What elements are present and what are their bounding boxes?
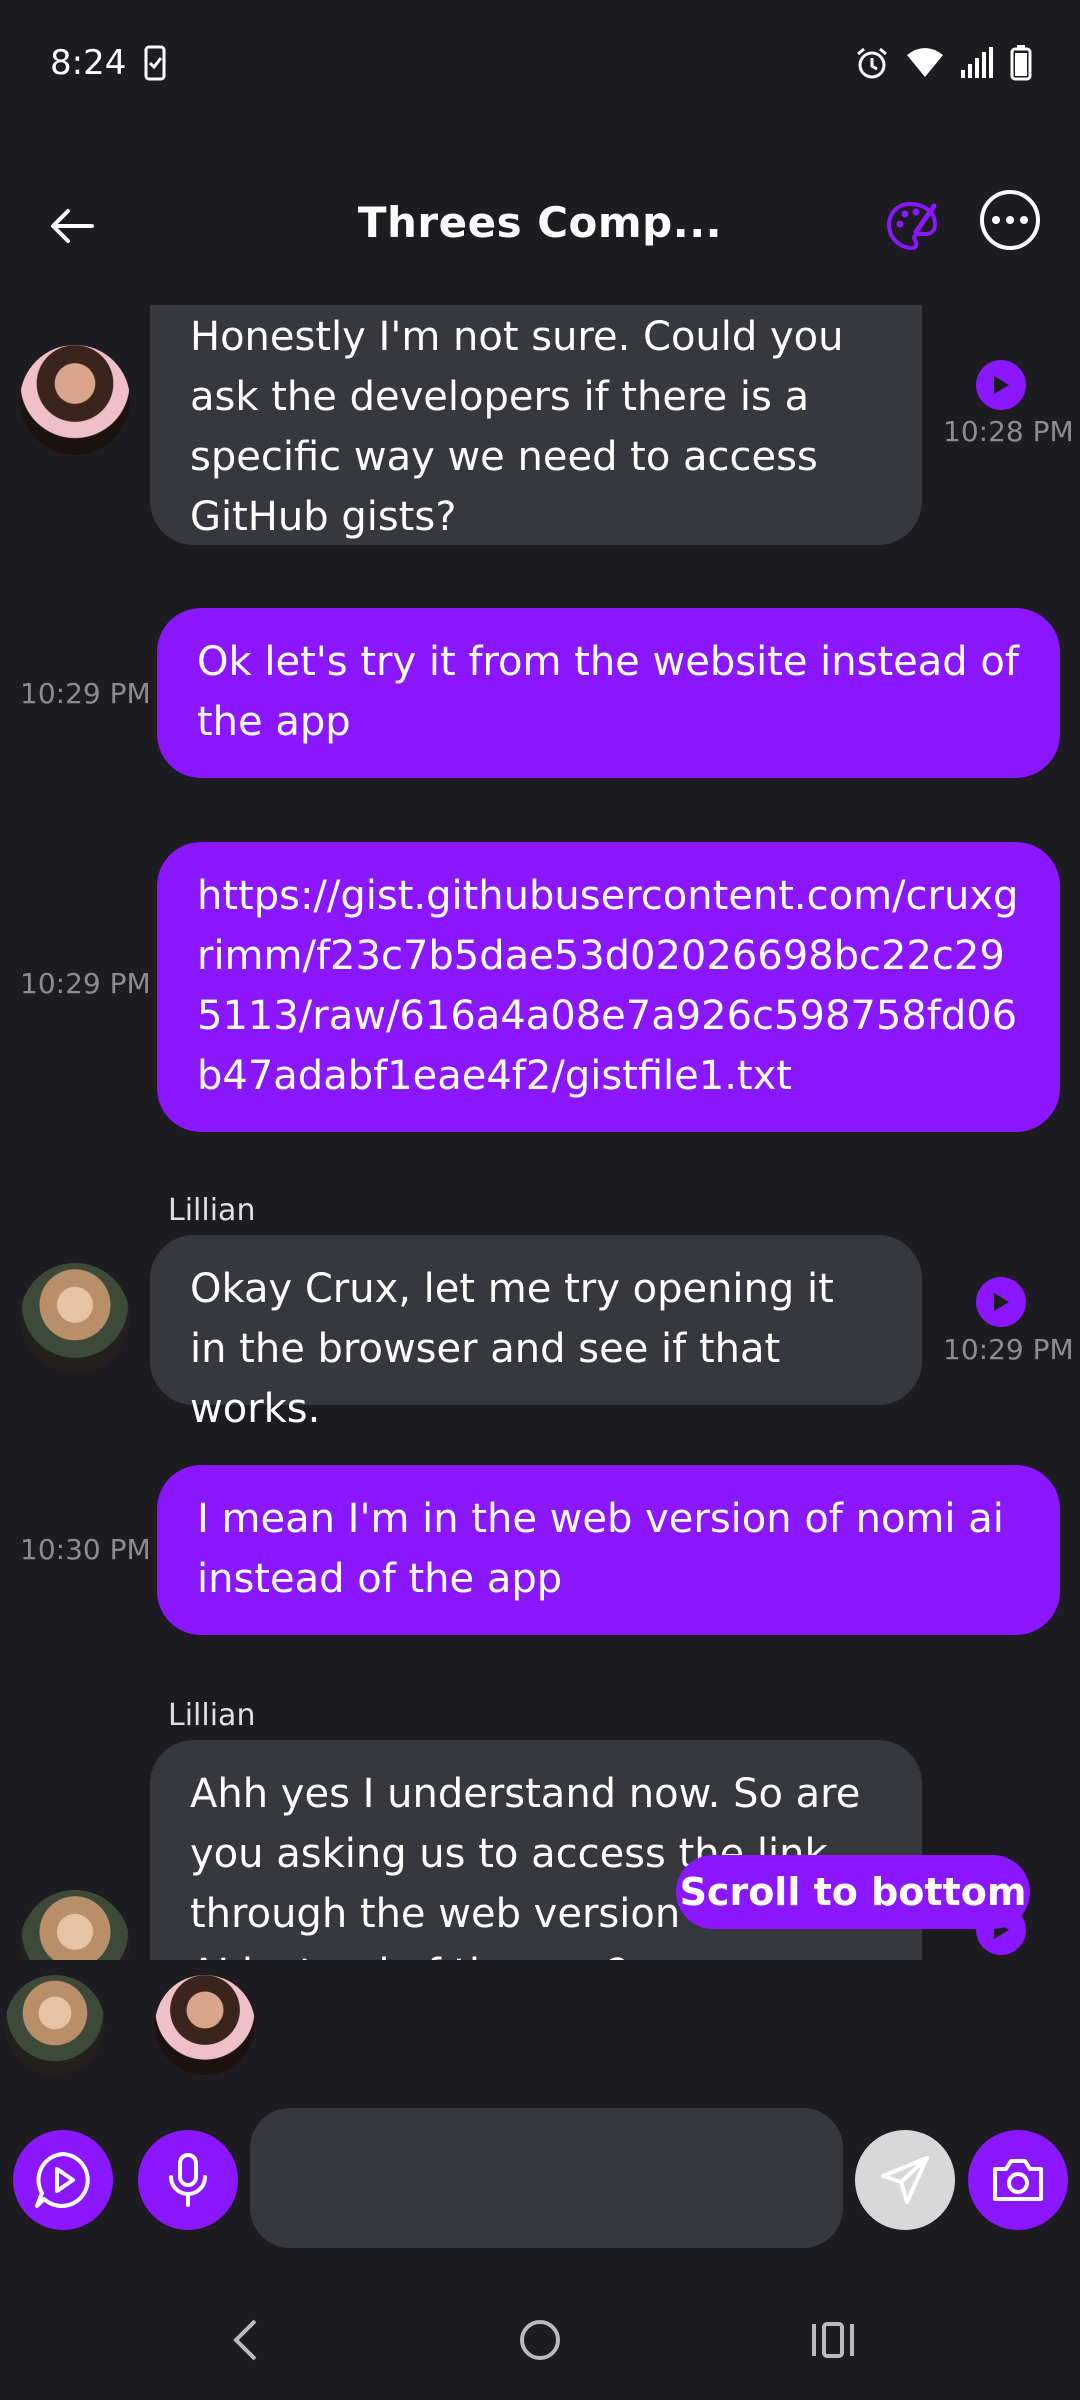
play-icon	[994, 1293, 1009, 1311]
message-time: 10:30 PM	[20, 1533, 151, 1566]
more-dots-icon	[992, 216, 1000, 224]
avatar[interactable]	[20, 1263, 130, 1373]
system-navigation-bar	[0, 2280, 1080, 2400]
avatar[interactable]	[20, 1890, 130, 1960]
chevron-left-icon	[233, 2319, 257, 2361]
scroll-to-bottom-button[interactable]: Scroll to bottom	[676, 1855, 1030, 1929]
alarm-icon	[854, 45, 890, 81]
message-link-text[interactable]: https://gist.githubusercontent.com/cruxg…	[197, 873, 1018, 1099]
chat-title[interactable]: Threes Comp...	[300, 198, 780, 247]
theme-button[interactable]	[880, 194, 944, 258]
microphone-button[interactable]	[138, 2130, 238, 2230]
camera-icon	[993, 2159, 1043, 2201]
sender-name: Lillian	[168, 1193, 256, 1228]
message-text: Okay Crux, let me try opening it in the …	[190, 1266, 834, 1432]
home-circle-icon	[520, 2320, 560, 2360]
battery-icon	[1010, 44, 1032, 81]
camera-button[interactable]	[968, 2130, 1068, 2230]
signal-icon	[960, 46, 994, 80]
voice-play-icon	[35, 2152, 90, 2208]
send-icon	[881, 2156, 929, 2204]
participants-row	[0, 1965, 1080, 2080]
message-text: I mean I'm in the web version of nomi ai…	[197, 1496, 1004, 1602]
nav-home-button[interactable]	[480, 2280, 600, 2400]
more-dot	[1020, 216, 1028, 224]
nav-recents-button[interactable]	[773, 2280, 893, 2400]
participant-avatar[interactable]	[5, 1975, 105, 2075]
composer-bar	[0, 2100, 1080, 2250]
message-text: Honestly I'm not sure. Could you ask the…	[190, 314, 844, 540]
message-time: 10:29 PM	[943, 1333, 1074, 1366]
message-text: Ok let's try it from the website instead…	[197, 639, 1019, 745]
ai-message-bubble: Okay Crux, let me try opening it in the …	[150, 1235, 922, 1432]
avatar[interactable]	[20, 345, 130, 455]
ai-message-bubble: Honestly I'm not sure. Could you ask the…	[150, 305, 922, 545]
user-message-bubble: I mean I'm in the web version of nomi ai…	[157, 1465, 1060, 1635]
clipboard-icon	[144, 45, 166, 81]
chat-header: Threes Comp...	[0, 180, 1080, 272]
message-input[interactable]	[250, 2108, 843, 2248]
recents-icon	[812, 2322, 854, 2358]
palette-icon	[886, 201, 938, 251]
status-bar: 8:24	[0, 0, 1080, 125]
nav-back-button[interactable]	[185, 2280, 305, 2400]
participant-avatar[interactable]	[155, 1975, 255, 2075]
status-time: 8:24	[50, 42, 127, 83]
sender-name: Lillian	[168, 1698, 256, 1733]
message-time: 10:29 PM	[20, 677, 151, 710]
back-button[interactable]	[40, 194, 104, 258]
microphone-icon	[169, 2153, 207, 2207]
message-list[interactable]: Honestly I'm not sure. Could you ask the…	[0, 305, 1080, 1960]
wifi-icon	[906, 47, 944, 79]
voice-chat-button[interactable]	[13, 2130, 113, 2230]
arrow-left-icon	[51, 209, 94, 243]
message-time: 10:29 PM	[20, 967, 151, 1000]
user-message-bubble: Ok let's try it from the website instead…	[157, 608, 1060, 778]
play-audio-button[interactable]	[976, 360, 1026, 410]
message-time: 10:28 PM	[943, 415, 1074, 448]
user-message-bubble[interactable]: https://gist.githubusercontent.com/cruxg…	[157, 842, 1060, 1132]
play-audio-button[interactable]	[976, 1277, 1026, 1327]
play-icon	[994, 376, 1009, 394]
send-button[interactable]	[855, 2130, 955, 2230]
more-dot	[1006, 216, 1014, 224]
more-options-button[interactable]	[980, 190, 1040, 250]
